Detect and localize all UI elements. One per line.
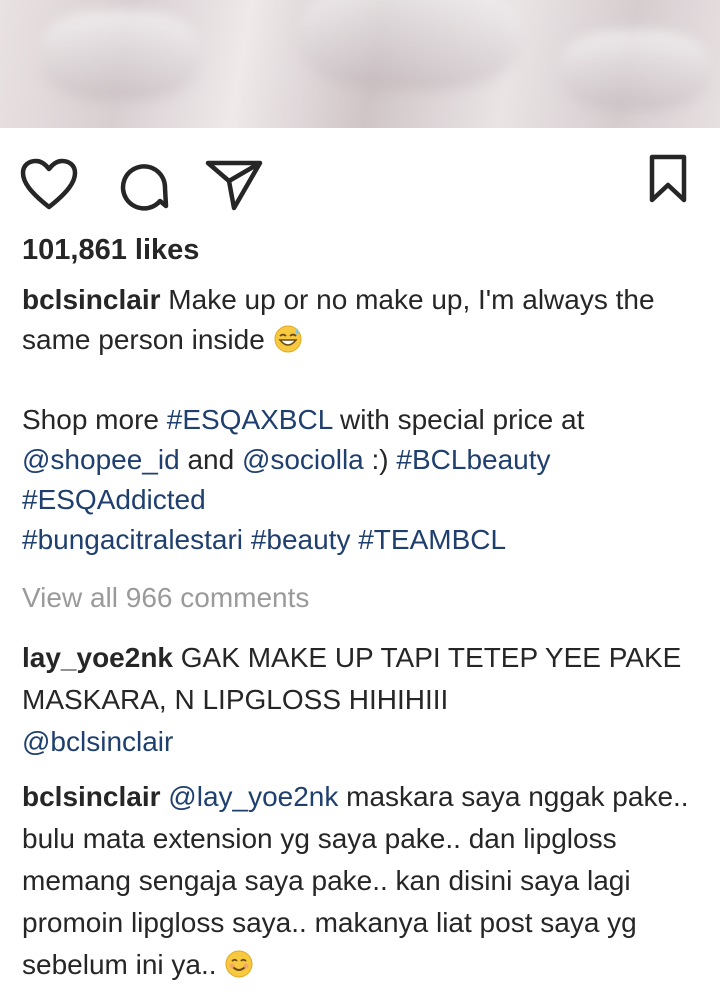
hashtag-link[interactable]: #BCLbeauty bbox=[396, 444, 550, 475]
caption-paragraph-1: bclsinclair Make up or no make up, I'm a… bbox=[22, 280, 698, 360]
caption-shop-prefix: Shop more bbox=[22, 404, 159, 435]
caption-and: and bbox=[187, 444, 235, 475]
view-all-comments-link[interactable]: View all 966 comments bbox=[22, 582, 309, 614]
post-image[interactable] bbox=[0, 0, 720, 128]
hashtag-link[interactable]: #ESQAddicted bbox=[22, 484, 206, 515]
caption-paragraph-2: Shop more #ESQAXBCL with special price a… bbox=[22, 400, 698, 560]
caption-username[interactable]: bclsinclair bbox=[22, 284, 161, 315]
comment-item: bclsinclair @lay_yoe2nk maskara saya ngg… bbox=[22, 776, 702, 986]
hashtag-link[interactable]: #ESQAXBCL bbox=[167, 404, 332, 435]
smiling-emoji-icon bbox=[225, 950, 253, 978]
mention-link[interactable]: @bclsinclair bbox=[22, 726, 173, 757]
hashtag-link[interactable]: #beauty bbox=[251, 524, 351, 555]
comment-icon[interactable] bbox=[116, 158, 172, 214]
post-caption: bclsinclair Make up or no make up, I'm a… bbox=[22, 280, 698, 560]
image-fold bbox=[300, 0, 520, 90]
send-icon[interactable] bbox=[204, 158, 264, 212]
comment-username[interactable]: lay_yoe2nk bbox=[22, 642, 173, 673]
mention-link[interactable]: @sociolla bbox=[242, 444, 364, 475]
caption-smiley: :) bbox=[371, 444, 389, 475]
hashtag-link[interactable]: #bungacitralestari bbox=[22, 524, 243, 555]
mention-link[interactable]: @shopee_id bbox=[22, 444, 180, 475]
caption-shop-middle: with special price at bbox=[340, 404, 585, 435]
bookmark-icon[interactable] bbox=[648, 154, 688, 204]
mention-link[interactable]: @lay_yoe2nk bbox=[168, 781, 338, 812]
likes-count[interactable]: 101,861 likes bbox=[22, 234, 199, 267]
grinning-sweat-emoji-icon bbox=[274, 325, 302, 353]
comment-item: lay_yoe2nk GAK MAKE UP TAPI TETEP YEE PA… bbox=[22, 637, 702, 763]
comment-username[interactable]: bclsinclair bbox=[22, 781, 161, 812]
heart-icon[interactable] bbox=[20, 158, 78, 210]
image-fold bbox=[40, 10, 200, 100]
image-fold bbox=[560, 30, 710, 110]
hashtag-link[interactable]: #TEAMBCL bbox=[358, 524, 506, 555]
post-action-bar bbox=[0, 128, 720, 228]
